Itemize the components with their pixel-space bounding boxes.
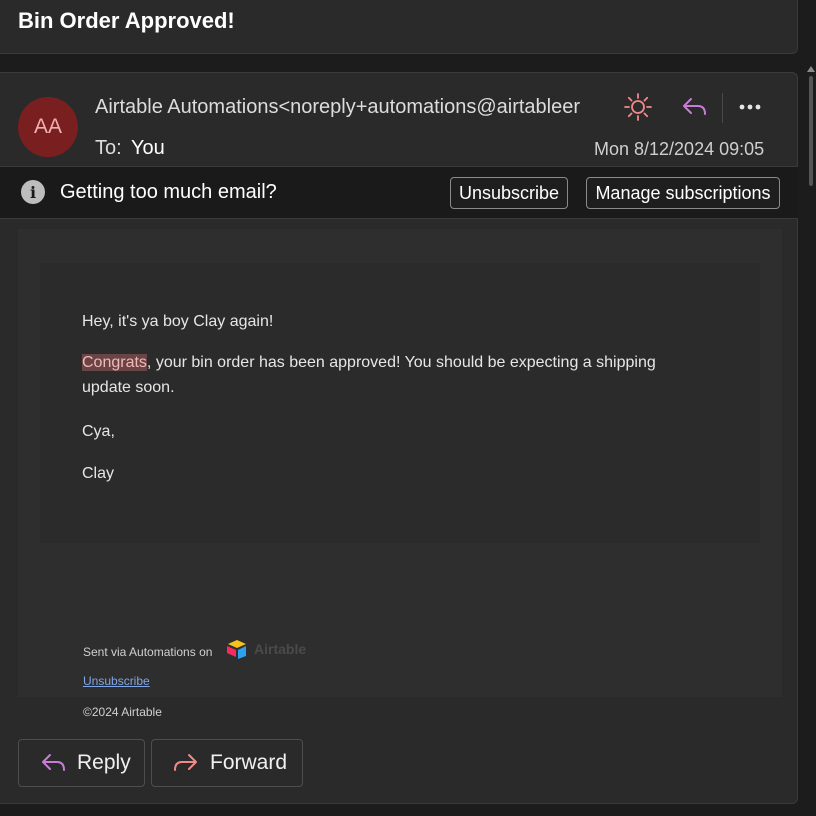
greeting-text: Hey, it's ya boy Clay again! bbox=[82, 313, 274, 330]
forward-arrow-icon bbox=[174, 754, 197, 771]
info-icon: i bbox=[21, 180, 45, 204]
sent-via-text: Sent via Automations on bbox=[83, 645, 213, 659]
sun-icon[interactable] bbox=[622, 91, 654, 123]
forward-label: Forward bbox=[210, 751, 288, 774]
sender-name[interactable]: Airtable Automations<noreply+automations… bbox=[95, 96, 615, 119]
scroll-thumb[interactable] bbox=[809, 76, 813, 186]
message-panel: Hey, it's ya boy Clay again! Congrats, y… bbox=[40, 263, 760, 543]
copyright-text: ©2024 Airtable bbox=[83, 705, 162, 719]
email-subject: Bin Order Approved! bbox=[18, 8, 235, 33]
signoff-text: Cya, bbox=[82, 423, 115, 440]
avatar[interactable]: AA bbox=[18, 97, 78, 157]
email-card: AA Airtable Automations<noreply+automati… bbox=[0, 72, 798, 804]
scroll-up-arrow[interactable] bbox=[807, 66, 815, 72]
message-text: , your bin order has been approved! You … bbox=[146, 354, 656, 371]
subscription-banner: i Getting too much email? Unsubscribe Ma… bbox=[0, 166, 798, 219]
highlighted-word: Congrats bbox=[82, 354, 147, 371]
airtable-brand-text[interactable]: Airtable bbox=[254, 641, 306, 657]
to-label: To: bbox=[95, 137, 122, 159]
reply-label: Reply bbox=[77, 751, 131, 774]
reply-button[interactable]: Reply bbox=[18, 739, 145, 787]
recipient[interactable]: You bbox=[131, 137, 165, 160]
scrollbar[interactable] bbox=[806, 66, 816, 816]
email-body: Hey, it's ya boy Clay again! Congrats, y… bbox=[18, 229, 782, 719]
more-icon[interactable] bbox=[734, 91, 766, 123]
unsubscribe-button[interactable]: Unsubscribe bbox=[450, 177, 568, 209]
unsubscribe-link[interactable]: Unsubscribe bbox=[83, 674, 150, 688]
signature-name: Clay bbox=[82, 465, 115, 482]
manage-subscriptions-button[interactable]: Manage subscriptions bbox=[586, 177, 780, 209]
subject-header: Bin Order Approved! bbox=[0, 0, 798, 54]
reply-icon[interactable] bbox=[678, 91, 710, 123]
header-divider bbox=[722, 93, 723, 123]
message-line-1: Congrats, your bin order has been approv… bbox=[82, 350, 656, 375]
email-date: Mon 8/12/2024 09:05 bbox=[594, 139, 765, 159]
forward-button[interactable]: Forward bbox=[151, 739, 303, 787]
footer-unsubscribe-link[interactable]: Unsubscribe bbox=[83, 674, 150, 688]
reply-arrow-icon bbox=[42, 754, 65, 771]
airtable-logo-icon[interactable] bbox=[226, 639, 248, 659]
message-line-2: update soon. bbox=[82, 379, 175, 396]
banner-text: Getting too much email? bbox=[60, 181, 277, 203]
